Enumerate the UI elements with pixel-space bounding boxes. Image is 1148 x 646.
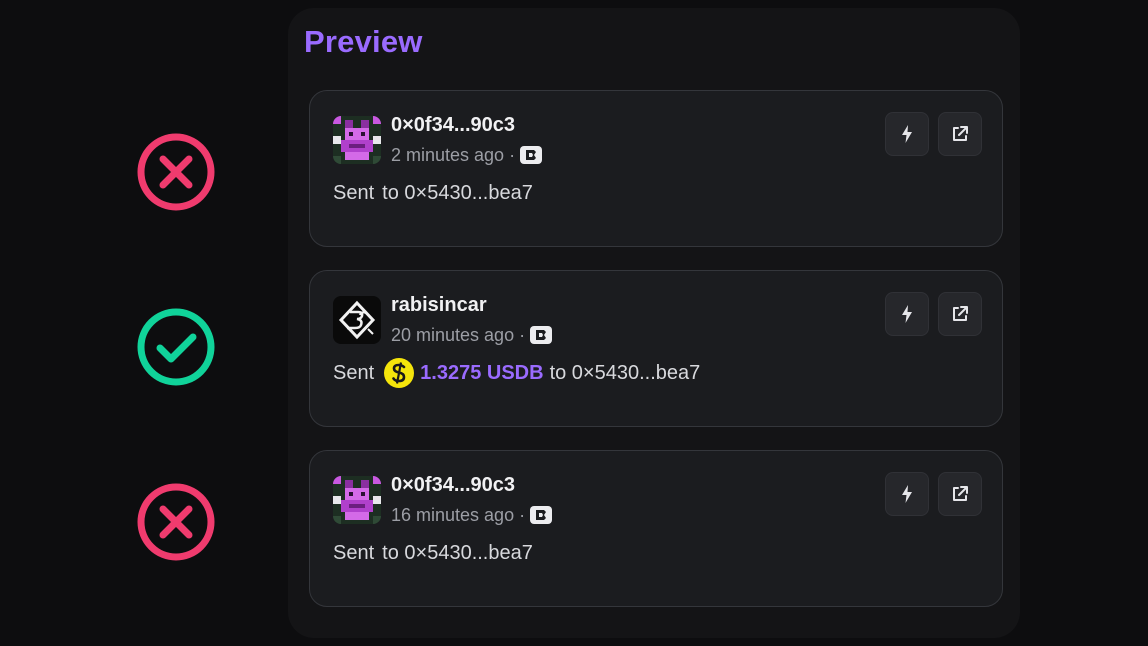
token-amount[interactable]: 1.3275 USDB xyxy=(420,362,543,385)
activity-card[interactable]: rabisincar 20 minutes ago · Sent 1.3275 … xyxy=(309,270,1003,427)
zap-button[interactable] xyxy=(885,472,929,516)
separator: · xyxy=(519,504,526,525)
lightning-icon xyxy=(902,305,912,323)
avatar[interactable] xyxy=(333,476,381,524)
timestamp-row: 16 minutes ago · xyxy=(391,503,553,527)
separator: · xyxy=(509,144,516,165)
author-address[interactable]: 0×0f34...90c3 xyxy=(391,474,515,497)
check-circle-icon xyxy=(136,307,216,387)
sent-label: Sent xyxy=(333,361,375,384)
avatar[interactable] xyxy=(333,116,381,164)
panel-title: Preview xyxy=(304,24,423,59)
x-circle-icon xyxy=(136,482,216,562)
timestamp: 16 minutes ago xyxy=(391,504,515,525)
avatar[interactable] xyxy=(333,296,381,344)
transfer-summary: Sent to 0×5430...bea7 xyxy=(333,539,533,567)
timestamp: 20 minutes ago xyxy=(391,324,515,345)
recipient-address: to 0×5430...bea7 xyxy=(382,181,533,204)
chain-badge-icon xyxy=(530,326,553,344)
preview-screen: Preview 0×0f34...90c3 2 minutes ago · Se… xyxy=(0,0,1148,646)
chain-badge-icon xyxy=(530,506,553,524)
recipient-address: to 0×5430...bea7 xyxy=(382,541,533,564)
zap-button[interactable] xyxy=(885,292,929,336)
open-external-button[interactable] xyxy=(938,472,982,516)
activity-card[interactable]: 0×0f34...90c3 2 minutes ago · Sent to 0×… xyxy=(309,90,1003,247)
transfer-summary: Sent 1.3275 USDB to 0×5430...bea7 xyxy=(333,358,701,388)
external-link-icon xyxy=(953,486,968,501)
chain-badge-icon xyxy=(520,146,543,164)
open-external-button[interactable] xyxy=(938,112,982,156)
transfer-summary: Sent to 0×5430...bea7 xyxy=(333,179,533,207)
recipient-address: to 0×5430...bea7 xyxy=(549,361,701,384)
sent-label: Sent xyxy=(333,541,375,564)
usdb-token-icon xyxy=(384,358,415,388)
author-address[interactable]: 0×0f34...90c3 xyxy=(391,114,515,137)
preview-panel: Preview 0×0f34...90c3 2 minutes ago · Se… xyxy=(288,8,1020,638)
lightning-icon xyxy=(902,485,912,503)
separator: · xyxy=(519,324,526,345)
external-link-icon xyxy=(953,306,968,321)
activity-card[interactable]: 0×0f34...90c3 16 minutes ago · Sent to 0… xyxy=(309,450,1003,607)
sent-label: Sent xyxy=(333,181,375,204)
lightning-icon xyxy=(902,125,912,143)
x-circle-icon xyxy=(136,132,216,212)
zap-button[interactable] xyxy=(885,112,929,156)
open-external-button[interactable] xyxy=(938,292,982,336)
timestamp-row: 20 minutes ago · xyxy=(391,323,553,347)
timestamp-row: 2 minutes ago · xyxy=(391,143,543,167)
timestamp: 2 minutes ago xyxy=(391,144,505,165)
external-link-icon xyxy=(953,126,968,141)
author-name[interactable]: rabisincar xyxy=(391,294,487,317)
